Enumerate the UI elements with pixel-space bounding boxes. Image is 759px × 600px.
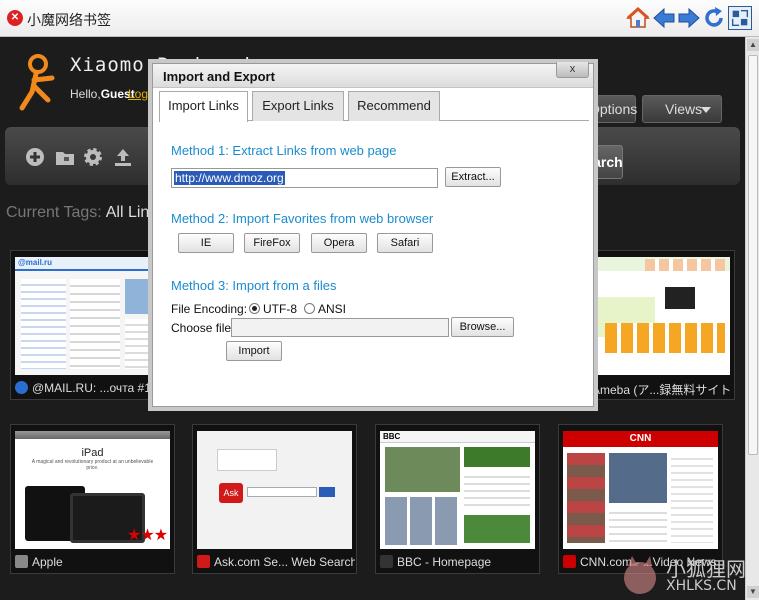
ask-icon	[197, 555, 210, 568]
thumb-ask-logo: Ask	[219, 483, 243, 503]
add-icon[interactable]	[25, 147, 45, 167]
thumbnail-screenshot: CNN	[563, 431, 718, 549]
method2-heading: Method 2: Import Favorites from web brow…	[171, 211, 434, 226]
thumbnail-caption: Apple	[15, 555, 173, 569]
tab-import-links[interactable]: Import Links	[159, 91, 248, 122]
close-button[interactable]: x	[556, 62, 589, 78]
thumbnail-caption-text: BBC - Homepage	[397, 555, 492, 569]
thumb-ratings: ★★★	[127, 527, 168, 544]
chevron-down-icon	[701, 107, 711, 113]
greeting: Hello,Guest	[70, 87, 135, 101]
thumbnail-caption-text: Apple	[32, 555, 63, 569]
scroll-up-arrow-icon[interactable]: ▲	[747, 39, 759, 51]
folder-icon[interactable]	[55, 147, 75, 167]
thumbnail-caption-text: @MAIL.RU: ...очта #1	[32, 381, 151, 395]
thumbnail-caption: @MAIL.RU: ...очта #1	[15, 381, 173, 395]
dialog-tabs: Import Links Export Links Recommend	[159, 91, 589, 122]
apple-icon	[15, 555, 28, 568]
ansi-label: ANSI	[318, 302, 347, 316]
scrollbar-thumb[interactable]	[748, 55, 758, 455]
file-path-input[interactable]	[231, 318, 449, 337]
firefox-button[interactable]: FireFox	[244, 233, 300, 253]
url-input-value: http://www.dmoz.org	[174, 171, 285, 185]
thumbnail-caption: BBC - Homepage	[380, 555, 538, 569]
forward-arrow-icon[interactable]	[677, 6, 701, 30]
at-sign-icon	[15, 381, 28, 394]
tab-recommend[interactable]: Recommend	[348, 91, 440, 121]
refresh-icon[interactable]	[702, 6, 726, 30]
window-titlebar: ✕ 小魔网络书签	[0, 0, 759, 37]
import-export-dialog: Import and Export x Import Links Export …	[152, 62, 594, 407]
restore-window-icon[interactable]	[728, 6, 752, 30]
thumbnail-caption: Ameba (ア...録無料サイト	[575, 381, 733, 398]
views-tab-label: Views	[665, 101, 703, 117]
bookmark-thumbnail-ameba[interactable]: Ameba (ア...録無料サイト	[570, 250, 735, 400]
bookmark-thumbnail-mailru[interactable]: @mail.ru @MAIL.RU: ...очта #1	[10, 250, 175, 400]
thumbnail-caption-text: Ask.com Se... Web Search	[214, 555, 355, 569]
brand-logo	[19, 54, 55, 111]
url-input[interactable]: http://www.dmoz.org	[171, 168, 438, 188]
method1-heading: Method 1: Extract Links from web page	[171, 143, 397, 158]
bookmark-thumbnail-apple[interactable]: iPad A magical and revolutionary product…	[10, 424, 175, 574]
safari-button[interactable]: Safari	[377, 233, 433, 253]
thumb-ipad-subtitle: A magical and revolutionary product at a…	[31, 459, 154, 471]
home-icon[interactable]	[626, 6, 650, 30]
back-arrow-icon[interactable]	[652, 6, 676, 30]
thumbnail-screenshot	[575, 257, 730, 375]
window-title: 小魔网络书签	[27, 12, 111, 28]
thumb-bbc-header: BBC	[380, 431, 535, 443]
greeting-text: Hello,	[70, 87, 101, 101]
views-tab[interactable]: Views	[642, 95, 722, 123]
utf8-label: UTF-8	[263, 302, 297, 316]
cnn-icon	[563, 555, 576, 568]
ie-button[interactable]: IE	[178, 233, 234, 253]
tab-export-links[interactable]: Export Links	[252, 91, 344, 121]
bbc-icon	[380, 555, 393, 568]
bookmark-thumbnail-bbc[interactable]: BBC BBC - Homepage	[375, 424, 540, 574]
current-tags: Current Tags: All Links	[6, 204, 165, 222]
utf8-radio[interactable]	[249, 303, 260, 314]
extract-button[interactable]: Extract...	[445, 167, 501, 187]
options-tab-label: Options	[589, 101, 638, 117]
import-button[interactable]: Import	[226, 341, 282, 361]
current-tags-label: Current Tags:	[6, 204, 102, 221]
browse-button[interactable]: Browse...	[451, 317, 514, 337]
thumbnail-screenshot: @mail.ru	[15, 257, 170, 375]
file-encoding-label: File Encoding:	[171, 302, 248, 316]
upload-icon[interactable]	[113, 147, 133, 167]
dialog-header: Import and Export	[153, 64, 593, 88]
gear-icon[interactable]	[83, 147, 103, 167]
thumb-mailru-header: @mail.ru	[15, 257, 170, 271]
thumbnail-screenshot: BBC	[380, 431, 535, 549]
vertical-scrollbar[interactable]: ▲ ▼	[745, 37, 759, 600]
thumb-ipad-title: iPad	[81, 447, 104, 459]
thumbnail-caption: Ask.com Se... Web Search	[197, 555, 355, 569]
dialog-body: Method 1: Extract Links from web page ht…	[159, 121, 589, 401]
thumbnail-caption-text: Ameba (ア...録無料サイト	[592, 383, 732, 397]
ansi-radio[interactable]	[304, 303, 315, 314]
watermark-domain: XHLKS.CN	[666, 578, 737, 594]
method3-heading: Method 3: Import from a files	[171, 278, 337, 293]
choose-file-label: Choose file:	[171, 321, 235, 335]
dialog-title: Import and Export	[163, 69, 275, 84]
thumbnail-screenshot: Ask	[197, 431, 352, 549]
thumb-cnn-header: CNN	[563, 431, 718, 447]
bookmark-thumbnail-ask[interactable]: Ask Ask.com Se... Web Search	[192, 424, 357, 574]
app-logo-icon: ✕	[7, 10, 23, 26]
thumbnail-screenshot: iPad A magical and revolutionary product…	[15, 431, 170, 549]
opera-button[interactable]: Opera	[311, 233, 367, 253]
